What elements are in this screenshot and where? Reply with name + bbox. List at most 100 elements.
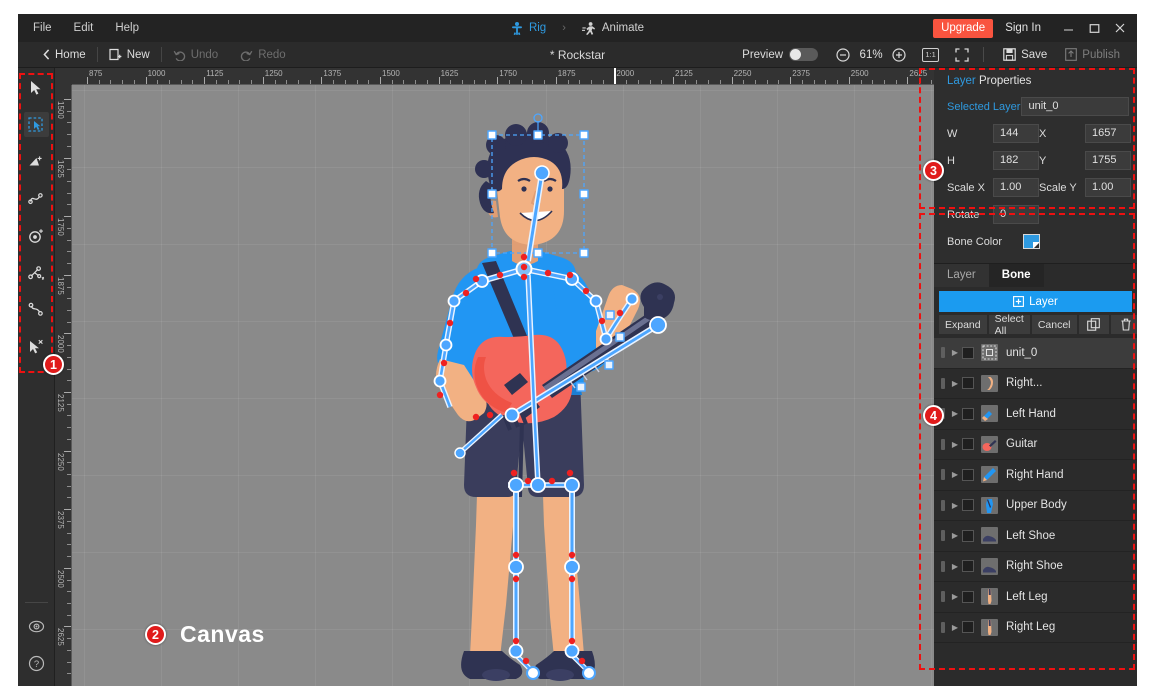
layer-thumbnail: [981, 557, 998, 575]
mode-tab-rig[interactable]: Rig: [511, 21, 546, 35]
layer-row[interactable]: ▶ Left Shoe: [934, 521, 1137, 552]
layer-checkbox[interactable]: [962, 560, 974, 573]
character-artwork[interactable]: [72, 85, 934, 686]
minimize-button[interactable]: [1055, 14, 1081, 42]
layer-expand-caret[interactable]: ▶: [948, 440, 962, 449]
layer-expand-caret[interactable]: ▶: [948, 348, 962, 357]
tab-bone[interactable]: Bone: [988, 264, 1044, 287]
layer-expand-caret[interactable]: ▶: [948, 409, 962, 418]
rotate-input[interactable]: 0: [993, 205, 1039, 224]
layer-drag-handle[interactable]: [938, 530, 948, 542]
selected-layer-value[interactable]: unit_0: [1021, 97, 1129, 116]
layer-expand-caret[interactable]: ▶: [948, 562, 962, 571]
layer-row[interactable]: ▶ unit_0: [934, 338, 1137, 369]
actual-size-button[interactable]: 1:1: [922, 47, 940, 62]
layer-expand-caret[interactable]: ▶: [948, 470, 962, 479]
w-input[interactable]: 144: [993, 124, 1039, 143]
layer-list[interactable]: ▶ unit_0 ▶ Right... ▶ Left Hand ▶ Guitar ▶ Right …: [934, 338, 1137, 686]
ruler-label: 1500: [382, 69, 400, 78]
scale-x-input[interactable]: 1.00: [993, 178, 1039, 197]
layer-row[interactable]: ▶ Left Leg: [934, 582, 1137, 613]
mode-tab-animate[interactable]: Animate: [581, 21, 644, 35]
save-button[interactable]: Save: [994, 48, 1056, 61]
marquee-select-tool[interactable]: [23, 112, 49, 137]
expand-button[interactable]: Expand: [939, 315, 987, 334]
layer-checkbox[interactable]: [962, 407, 974, 420]
layer-row[interactable]: ▶ Right...: [934, 369, 1137, 399]
zoom-in-button[interactable]: [888, 44, 910, 66]
layer-expand-caret[interactable]: ▶: [948, 501, 962, 510]
layer-drag-handle[interactable]: [938, 438, 948, 450]
duplicate-button[interactable]: [1078, 315, 1109, 334]
layer-expand-caret[interactable]: ▶: [948, 623, 962, 632]
layer-checkbox[interactable]: [962, 621, 974, 634]
curve-tool[interactable]: [24, 186, 49, 211]
new-button[interactable]: New: [98, 42, 161, 68]
publish-button[interactable]: Publish: [1056, 48, 1129, 61]
canvas-label-text: Canvas: [180, 621, 265, 647]
menu-help[interactable]: Help: [115, 22, 139, 34]
layer-row[interactable]: ▶ Left Hand: [934, 399, 1137, 430]
select-all-button[interactable]: Select All: [988, 313, 1030, 337]
layer-drag-handle[interactable]: [938, 347, 948, 359]
layer-drag-handle[interactable]: [938, 591, 948, 603]
layer-drag-handle[interactable]: [938, 560, 948, 572]
cancel-button[interactable]: Cancel: [1031, 315, 1077, 334]
layer-checkbox[interactable]: [962, 377, 974, 390]
x-input[interactable]: 1657: [1085, 124, 1131, 143]
select-arrow-tool[interactable]: [24, 75, 49, 100]
add-shape-tool[interactable]: [24, 149, 49, 174]
h-input[interactable]: 182: [993, 151, 1039, 170]
ruler-label-v: 2000: [56, 335, 65, 354]
scale-y-input[interactable]: 1.00: [1085, 178, 1131, 197]
zoom-out-button[interactable]: [832, 44, 854, 66]
sign-in-button[interactable]: Sign In: [1005, 22, 1041, 34]
delete-button[interactable]: [1110, 315, 1137, 334]
close-button[interactable]: [1107, 14, 1133, 42]
layer-drag-handle[interactable]: [938, 469, 948, 481]
ruler-minor-tick: [473, 80, 475, 84]
layer-checkbox[interactable]: [962, 346, 974, 359]
y-input[interactable]: 1755: [1085, 151, 1131, 170]
help-tool[interactable]: ?: [24, 651, 49, 676]
bone-tool[interactable]: [24, 260, 49, 285]
layer-row[interactable]: ▶ Right Shoe: [934, 552, 1137, 582]
layer-drag-handle[interactable]: [938, 621, 948, 633]
canvas-stage[interactable]: 2 Canvas: [72, 85, 934, 686]
layer-checkbox[interactable]: [962, 468, 974, 481]
layer-expand-caret[interactable]: ▶: [948, 592, 962, 601]
fullscreen-button[interactable]: [951, 44, 973, 66]
layer-checkbox[interactable]: [962, 590, 974, 603]
layer-row[interactable]: ▶ Right Hand: [934, 460, 1137, 491]
layer-checkbox[interactable]: [962, 438, 974, 451]
layer-row[interactable]: ▶ Guitar: [934, 430, 1137, 460]
layer-expand-caret[interactable]: ▶: [948, 531, 962, 540]
ruler-minor-tick-v: [67, 556, 71, 558]
add-pivot-tool[interactable]: [24, 223, 49, 248]
visibility-eye-tool[interactable]: [24, 614, 49, 639]
save-label: Save: [1021, 48, 1048, 61]
canvas-area[interactable]: 875 1000 1125 1250 1375 1500 1625 1750 1875 2000 2…: [55, 68, 934, 686]
layer-row[interactable]: ▶ Right Leg: [934, 613, 1137, 643]
bendable-bone-tool[interactable]: [24, 297, 49, 322]
bone-color-swatch[interactable]: [1023, 234, 1040, 249]
upgrade-button[interactable]: Upgrade: [933, 18, 994, 38]
preview-toggle[interactable]: [789, 48, 819, 61]
layer-expand-caret[interactable]: ▶: [948, 379, 962, 388]
menu-file[interactable]: File: [33, 22, 52, 34]
tab-layer[interactable]: Layer: [934, 264, 989, 287]
maximize-button[interactable]: [1081, 14, 1107, 42]
add-layer-button[interactable]: Layer: [939, 291, 1132, 312]
delete-point-tool[interactable]: [24, 334, 49, 359]
layer-drag-handle[interactable]: [938, 377, 948, 389]
ruler-tick-v: [64, 99, 71, 100]
layer-row[interactable]: ▶ Upper Body: [934, 491, 1137, 521]
home-button[interactable]: Home: [32, 42, 97, 68]
redo-button[interactable]: Redo: [229, 42, 297, 68]
menu-edit[interactable]: Edit: [74, 22, 94, 34]
layer-drag-handle[interactable]: [938, 499, 948, 511]
layer-checkbox[interactable]: [962, 529, 974, 542]
layer-checkbox[interactable]: [962, 499, 974, 512]
undo-button[interactable]: Undo: [162, 42, 230, 68]
ruler-minor-tick: [743, 80, 745, 84]
